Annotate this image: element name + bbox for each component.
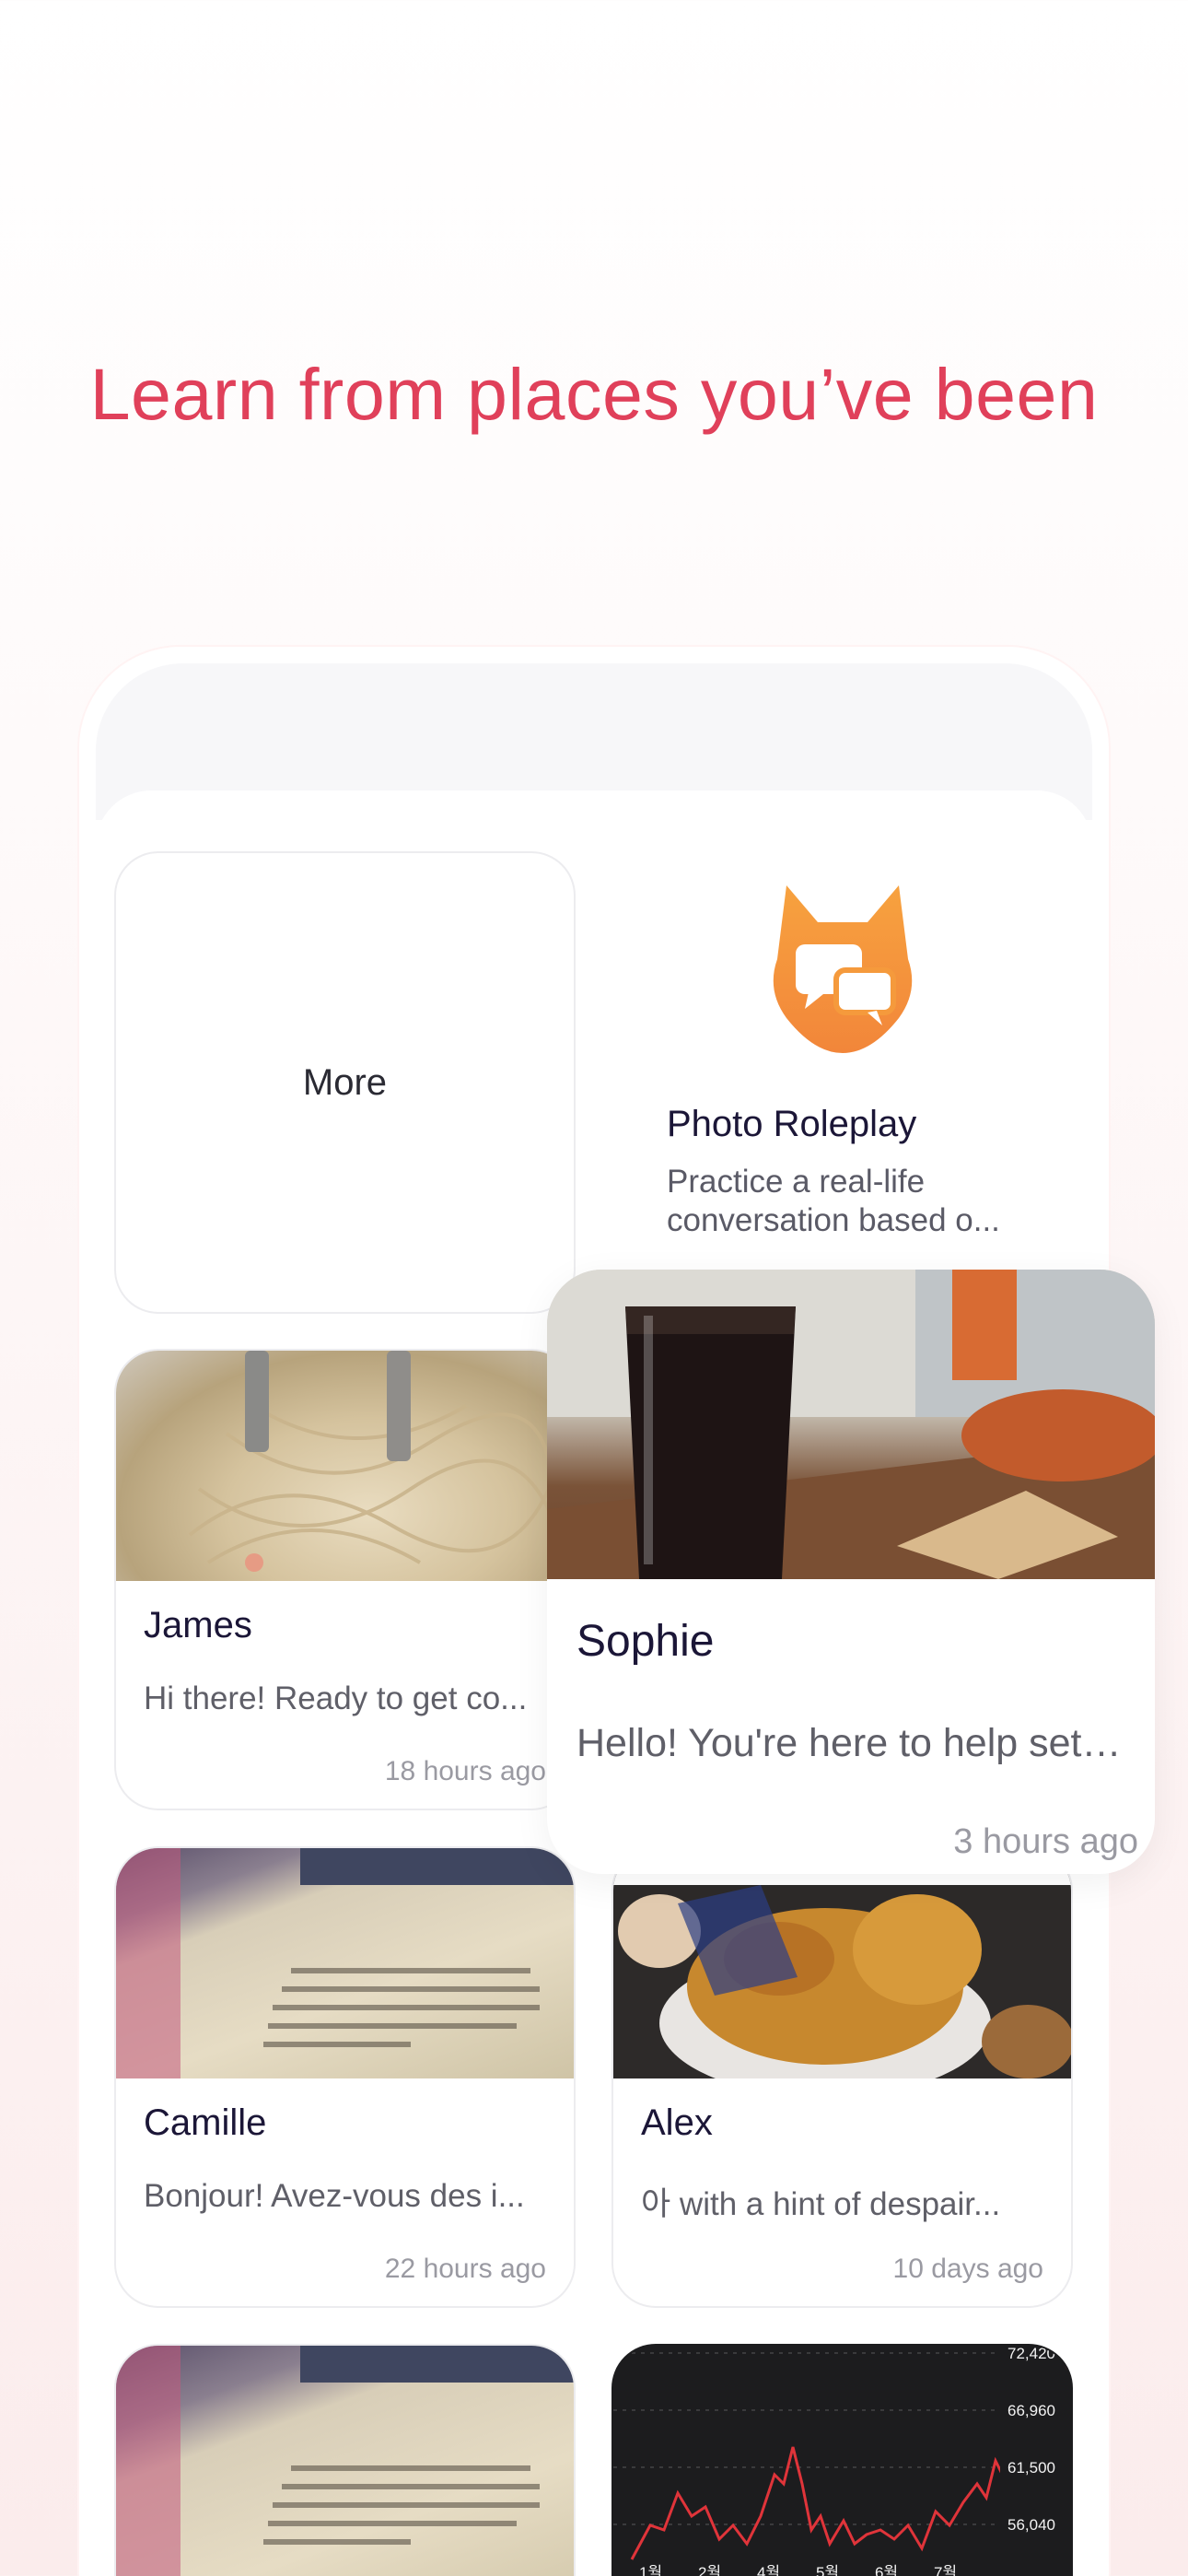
month-label: 5월 bbox=[816, 2564, 839, 2576]
conversation-card-book[interactable] bbox=[114, 2344, 576, 2576]
message-time: 18 hours ago bbox=[384, 1756, 546, 1786]
message-preview: Hi there! Ready to get co... bbox=[144, 1680, 528, 1716]
price-label: 72,420 bbox=[1007, 2346, 1055, 2362]
message-time: 10 days ago bbox=[892, 2254, 1043, 2284]
feature-description: Practice a real-life conversation based … bbox=[667, 1164, 1000, 1238]
price-label: 61,500 bbox=[1007, 2459, 1055, 2476]
month-label: 6월 bbox=[875, 2564, 898, 2576]
message-time: 22 hours ago bbox=[384, 2254, 546, 2284]
more-card[interactable]: More bbox=[114, 851, 576, 1314]
contact-name: Alex bbox=[641, 2102, 713, 2143]
price-label: 56,040 bbox=[1007, 2516, 1055, 2534]
conversation-card-alex[interactable]: Alex 아 with a hint of despair... 10 days… bbox=[611, 1846, 1073, 2308]
more-label: More bbox=[302, 1061, 388, 1103]
message-preview: Hello! You're here to help set u... bbox=[577, 1721, 1125, 1765]
message-preview: 아 with a hint of despair... bbox=[641, 2186, 1001, 2222]
contact-name: James bbox=[144, 1605, 252, 1645]
message-preview: Bonjour! Avez-vous des i... bbox=[144, 2178, 525, 2214]
conversation-card-camille[interactable]: Camille Bonjour! Avez-vous des i... 22 h… bbox=[114, 1846, 576, 2308]
message-time: 3 hours ago bbox=[953, 1822, 1138, 1861]
pasta-photo bbox=[116, 1351, 574, 1581]
month-label: 2월 bbox=[698, 2564, 721, 2576]
conversation-card-sophie[interactable]: Sophie Hello! You're here to help set u.… bbox=[547, 1270, 1155, 1874]
iced-coffee-photo bbox=[547, 1270, 1155, 1579]
month-label: 4월 bbox=[757, 2564, 780, 2576]
page-headline: Learn from places you’ve been bbox=[89, 353, 1099, 435]
fox-chat-icon bbox=[761, 880, 925, 1055]
price-label: 66,960 bbox=[1007, 2402, 1055, 2419]
tempura-photo bbox=[613, 1848, 1071, 2078]
book-photo bbox=[116, 2346, 574, 2576]
stock-chart: 72,420 66,960 61,500 56,040 1월 2월 4월 5월 … bbox=[613, 2346, 1071, 2576]
contact-name: Sophie bbox=[577, 1617, 715, 1666]
contact-name: Camille bbox=[144, 2102, 267, 2143]
book-photo bbox=[116, 1848, 574, 2078]
conversation-card-james[interactable]: James Hi there! Ready to get co... 18 ho… bbox=[114, 1349, 576, 1810]
month-label: 7월 bbox=[934, 2564, 957, 2576]
conversation-card-chart[interactable]: 72,420 66,960 61,500 56,040 1월 2월 4월 5월 … bbox=[611, 2344, 1073, 2576]
month-label: 1월 bbox=[639, 2564, 662, 2576]
feature-title[interactable]: Photo Roleplay bbox=[667, 1104, 916, 1145]
